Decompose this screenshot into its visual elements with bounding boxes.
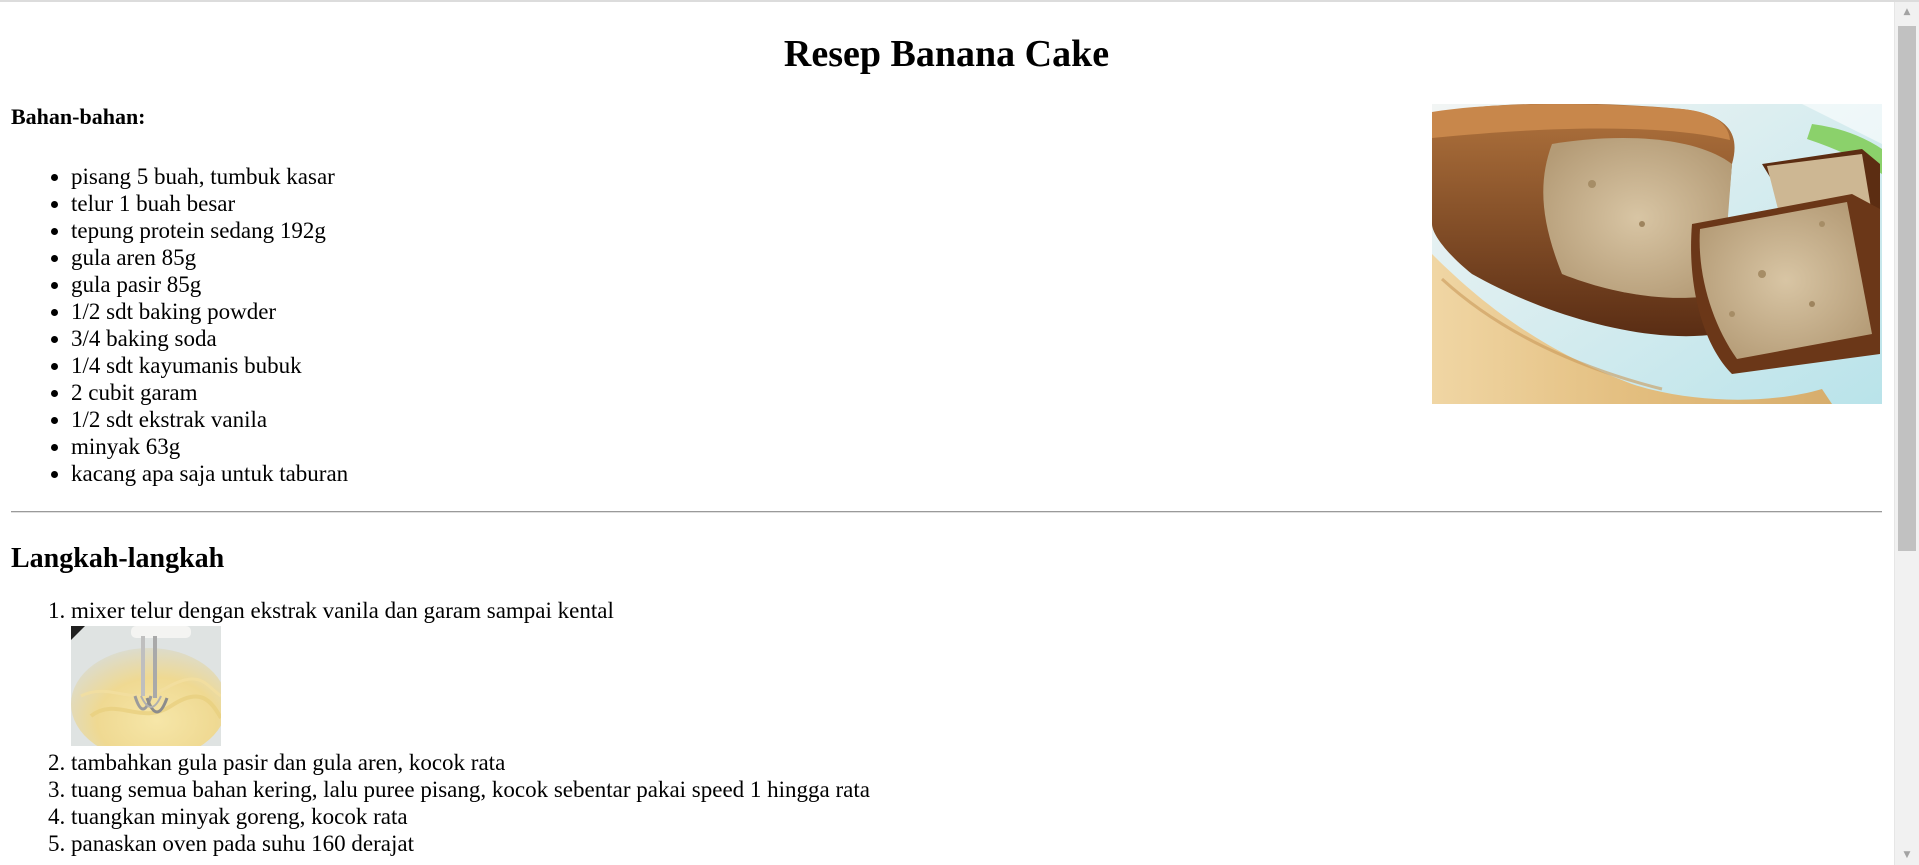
- page-title: Resep Banana Cake: [783, 33, 1110, 75]
- scroll-up-arrow-icon[interactable]: ▲: [1895, 2, 1919, 22]
- mixing-eggs-image: [71, 626, 221, 746]
- step-item: tuangkan minyak goreng, kocok rata: [71, 803, 1882, 830]
- steps-list: mixer telur dengan ekstrak vanila dan ga…: [11, 597, 1882, 857]
- vertical-scrollbar[interactable]: ▲ ▼: [1894, 2, 1919, 865]
- section-divider: [11, 511, 1882, 513]
- page-viewport: Resep Banana Cake Bahan-bahan: pisang 5 …: [0, 2, 1894, 865]
- ingredient-item: 1/2 sdt ekstrak vanila: [71, 406, 1882, 433]
- step-text: mixer telur dengan ekstrak vanila dan ga…: [71, 598, 614, 623]
- banana-cake-photo: [1432, 104, 1882, 404]
- step-item: tambahkan gula pasir dan gula aren, koco…: [71, 749, 1882, 776]
- step-item: panaskan oven pada suhu 160 derajat: [71, 830, 1882, 857]
- step-item: tuang semua bahan kering, lalu puree pis…: [71, 776, 1882, 803]
- steps-heading: Langkah-langkah: [11, 543, 225, 574]
- step-item: mixer telur dengan ekstrak vanila dan ga…: [71, 597, 1882, 746]
- ingredient-item: minyak 63g: [71, 433, 1882, 460]
- scroll-thumb[interactable]: [1898, 26, 1916, 551]
- scroll-down-arrow-icon[interactable]: ▼: [1895, 845, 1919, 865]
- ingredient-item: kacang apa saja untuk taburan: [71, 460, 1882, 487]
